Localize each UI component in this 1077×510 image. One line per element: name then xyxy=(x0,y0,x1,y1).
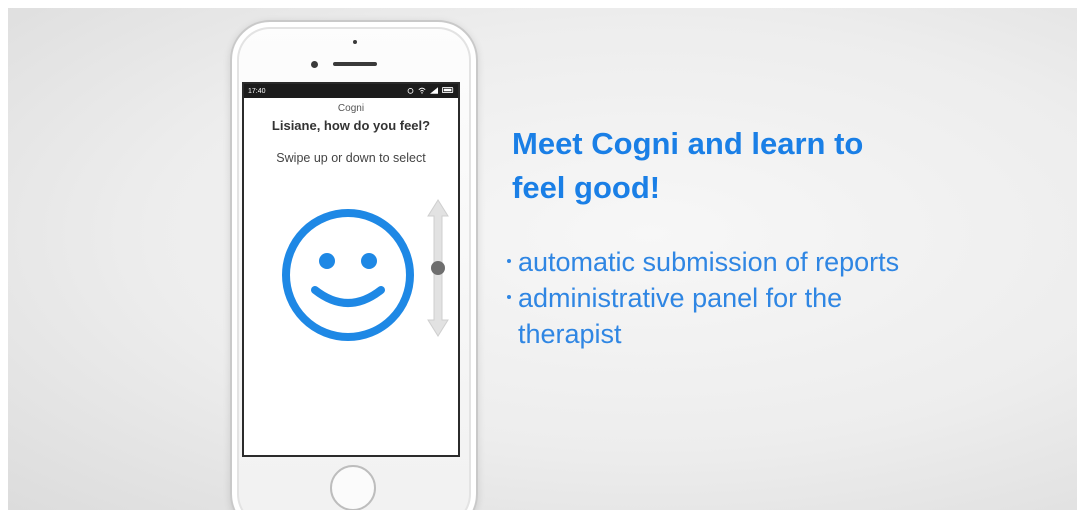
headline: Meet Cogni and learn to feel good! xyxy=(512,122,982,210)
video-frame: 17:40 Cogni Lisiane, how do you feel? Sw… xyxy=(0,0,1077,510)
presentation-slide: 17:40 Cogni Lisiane, how do you feel? Sw… xyxy=(8,8,1077,510)
feature-admin-panel-line-1: administrative panel for the xyxy=(518,283,843,313)
wifi-icon xyxy=(418,87,426,96)
phone-screen: 17:40 Cogni Lisiane, how do you feel? Sw… xyxy=(242,82,460,457)
headline-line-2: feel good! xyxy=(512,170,661,205)
home-button[interactable] xyxy=(330,465,376,510)
signal-icon xyxy=(430,86,438,96)
status-time: 17:40 xyxy=(248,87,266,95)
status-bar: 17:40 xyxy=(244,84,458,98)
feature-reports: automatic submission of reports xyxy=(518,247,900,277)
battery-icon xyxy=(442,87,454,95)
status-icons xyxy=(407,86,454,96)
smiley-face-icon[interactable] xyxy=(279,206,417,349)
list-item: automatic submission of reports xyxy=(504,244,899,280)
phone-camera xyxy=(311,61,318,68)
app-title: Cogni xyxy=(337,103,365,114)
vertical-slider-icon[interactable] xyxy=(424,198,452,343)
headline-line-1: Meet Cogni and learn to xyxy=(512,126,864,161)
phone-mockup: 17:40 Cogni Lisiane, how do you feel? Sw… xyxy=(230,20,478,510)
swipe-instruction: Swipe up or down to select xyxy=(276,151,426,165)
phone-sensor xyxy=(353,40,357,44)
list-item: administrative panel for the therapist xyxy=(504,280,899,352)
feature-list: automatic submission of reports administ… xyxy=(504,244,899,352)
feature-admin-panel-line-2: therapist xyxy=(518,319,622,349)
phone-speaker xyxy=(333,62,377,66)
alarm-icon xyxy=(407,87,414,96)
mood-question: Lisiane, how do you feel? xyxy=(271,118,431,133)
